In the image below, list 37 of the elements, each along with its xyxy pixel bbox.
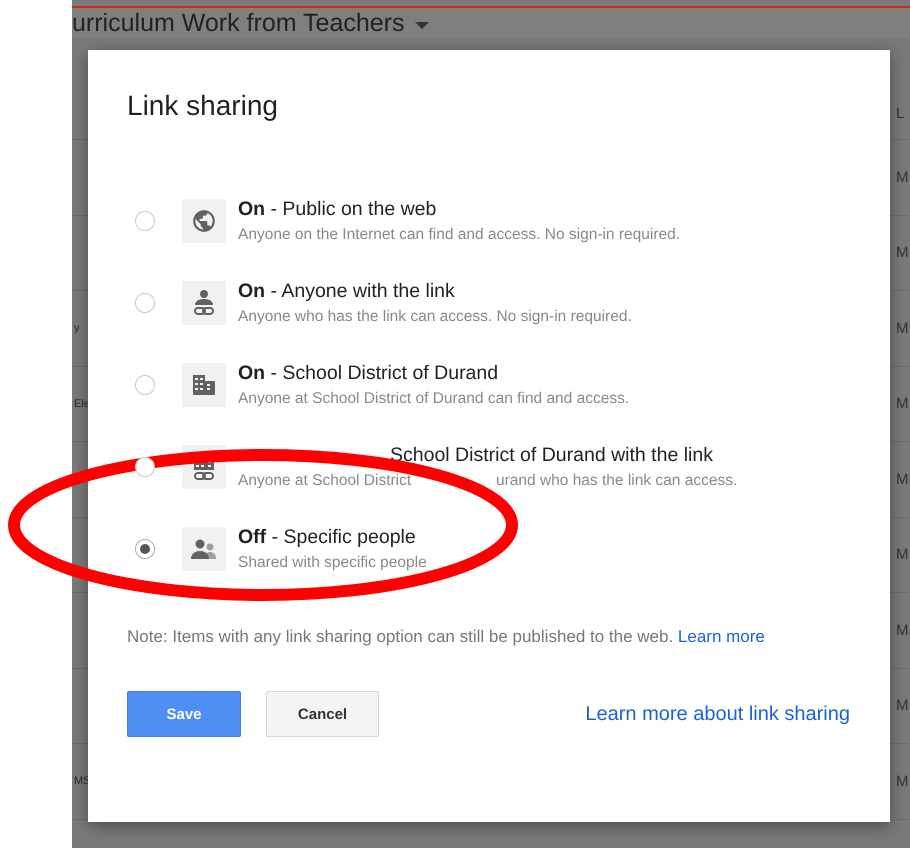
person-link-icon bbox=[182, 281, 226, 325]
globe-icon bbox=[182, 199, 226, 243]
table-cell: M bbox=[896, 470, 908, 488]
option-description: Anyone who has the link can access. No sign-in required. bbox=[238, 308, 632, 326]
table-cell: M bbox=[896, 320, 908, 337]
learn-more-link[interactable]: Learn more bbox=[678, 627, 765, 646]
table-cell: y bbox=[74, 322, 80, 334]
table-cell: M bbox=[896, 772, 908, 790]
radio-button[interactable] bbox=[135, 293, 155, 313]
option-label[interactable]: On - Public on the web bbox=[238, 198, 680, 221]
table-cell: M bbox=[896, 697, 908, 714]
table-cell: M bbox=[896, 244, 908, 262]
table-cell: M bbox=[896, 622, 908, 639]
document-title: urriculum Work from Teachers bbox=[72, 8, 404, 38]
note-text: Note: Items with any link sharing option can still be published to the web. Learn more bbox=[127, 627, 766, 647]
table-cell: M bbox=[896, 546, 908, 564]
option-description: Anyone on the Internet can find and access. No sign-in required. bbox=[238, 226, 680, 244]
radio-button[interactable] bbox=[135, 457, 155, 477]
dialog-title: Link sharing bbox=[127, 90, 279, 122]
radio-button[interactable] bbox=[135, 211, 155, 231]
column-header: L bbox=[896, 105, 906, 122]
option-description: Anyone at School District of Durand can find and access. bbox=[238, 390, 630, 408]
option-label[interactable]: Off - Specific people bbox=[238, 526, 427, 549]
building-icon bbox=[182, 363, 226, 407]
table-cell: M bbox=[896, 395, 908, 412]
option-description: Anyone at School District bbox=[238, 472, 412, 490]
option-label[interactable]: On - Anyone with the link bbox=[238, 280, 632, 303]
cancel-button[interactable]: Cancel bbox=[266, 691, 379, 737]
option-label[interactable]: On - School District of Durand bbox=[238, 362, 630, 385]
table-cell: M bbox=[896, 168, 908, 186]
radio-button[interactable] bbox=[135, 375, 155, 395]
people-icon bbox=[182, 527, 226, 571]
option-description: urand who has the link can access. bbox=[496, 472, 738, 490]
radio-button[interactable] bbox=[135, 539, 155, 559]
option-description: Shared with specific people bbox=[238, 554, 427, 572]
help-link[interactable]: Learn more about link sharing bbox=[585, 702, 850, 726]
caret-icon[interactable] bbox=[414, 22, 428, 28]
